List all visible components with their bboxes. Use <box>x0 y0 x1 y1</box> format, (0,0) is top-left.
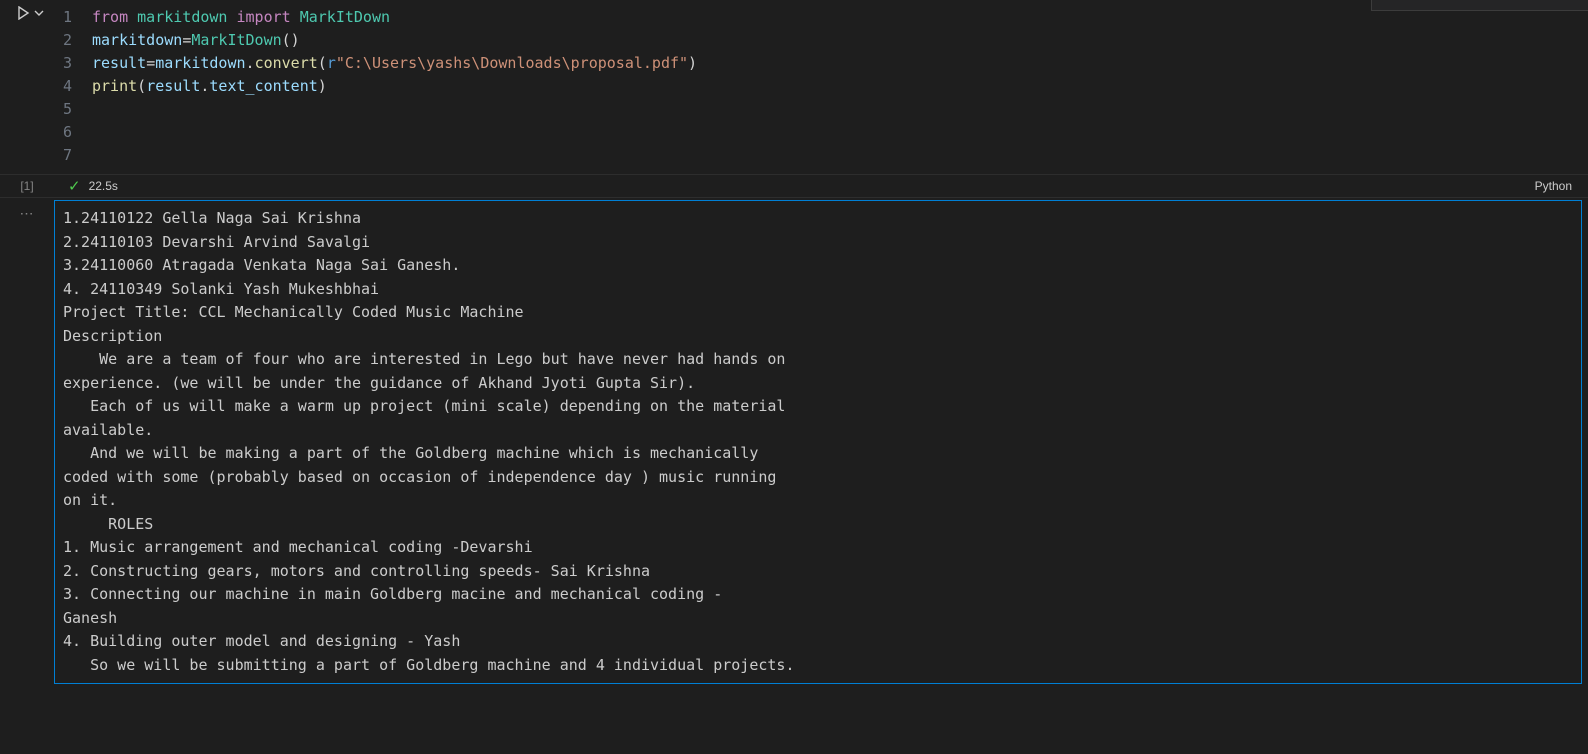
language-label[interactable]: Python <box>1535 179 1588 193</box>
toolbar-button[interactable] <box>1444 0 1480 10</box>
cell-status-bar: [1] ✓ 22.5s Python <box>0 174 1588 198</box>
execution-count: [1] <box>0 179 54 193</box>
check-icon: ✓ <box>68 179 81 194</box>
output-gutter: ⋯ <box>0 198 54 690</box>
line-number: 7 <box>54 144 92 167</box>
run-gutter <box>0 0 54 173</box>
toolbar-button[interactable] <box>1372 0 1408 10</box>
line-number: 4 <box>54 75 92 98</box>
line-number: 2 <box>54 29 92 52</box>
toolbar-button[interactable] <box>1480 0 1516 10</box>
ellipsis-icon[interactable]: ⋯ <box>20 206 35 690</box>
line-number: 6 <box>54 121 92 144</box>
execution-timing: 22.5s <box>89 179 118 193</box>
line-number: 5 <box>54 98 92 121</box>
code-cell-input: 1from markitdown import MarkItDown 2mark… <box>0 0 1588 174</box>
code-editor[interactable]: 1from markitdown import MarkItDown 2mark… <box>54 0 1588 173</box>
run-cell-icon <box>18 6 30 20</box>
cell-output-row: ⋯ 1.24110122 Gella Naga Sai Krishna 2.24… <box>0 198 1588 690</box>
toolbar-button[interactable] <box>1408 0 1444 10</box>
line-number: 3 <box>54 52 92 75</box>
toolbar-button[interactable] <box>1552 0 1588 10</box>
cell-output[interactable]: 1.24110122 Gella Naga Sai Krishna 2.2411… <box>54 200 1582 684</box>
chevron-down-icon <box>34 8 44 18</box>
run-cell-button[interactable] <box>18 6 44 20</box>
cell-toolbar <box>1371 0 1588 11</box>
line-number: 1 <box>54 6 92 29</box>
toolbar-button[interactable] <box>1516 0 1552 10</box>
